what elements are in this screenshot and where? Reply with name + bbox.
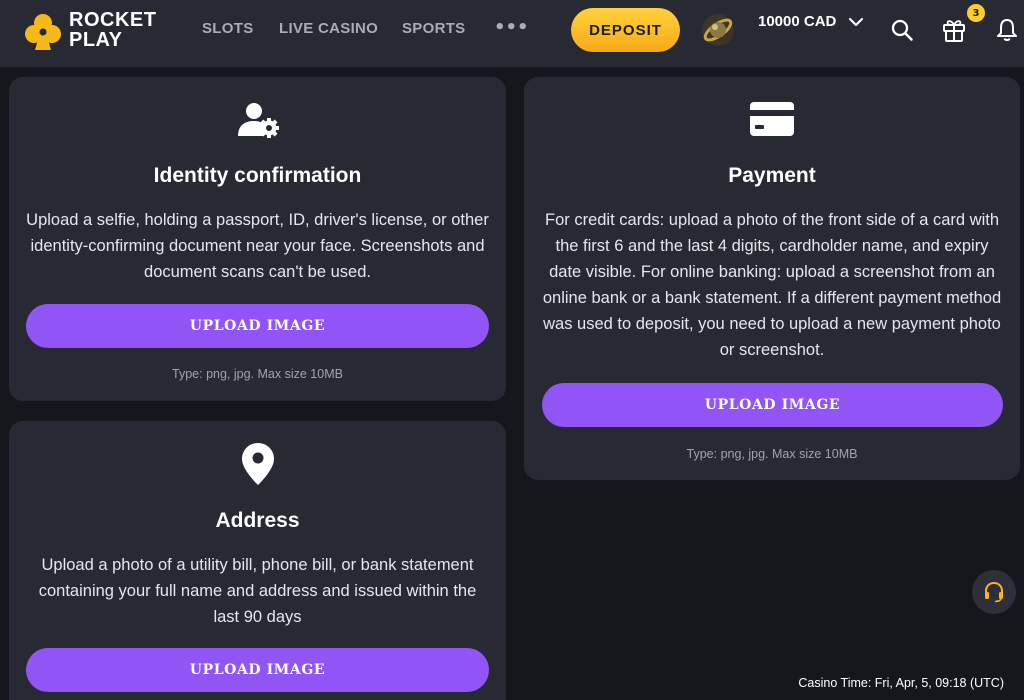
identity-card-title: Identity confirmation xyxy=(153,164,362,187)
address-upload-button[interactable]: UPLOAD IMAGE xyxy=(26,648,489,692)
headset-icon xyxy=(985,581,1003,603)
rocketplay-logo[interactable]: ROCKET PLAY xyxy=(22,10,167,52)
nav-item-live-casino[interactable]: LIVE CASINO xyxy=(279,20,378,37)
brand-line-2: PLAY xyxy=(69,29,123,51)
nav-item-slots[interactable]: SLOTS xyxy=(202,20,254,37)
location-pin-icon xyxy=(241,443,274,485)
bell-icon[interactable] xyxy=(996,17,1018,43)
chevron-down-icon[interactable] xyxy=(848,16,864,28)
nav-item-sports[interactable]: SPORTS xyxy=(402,20,465,37)
identity-confirmation-card: Identity confirmation Upload a selfie, h… xyxy=(9,77,506,401)
payment-card-title: Payment xyxy=(728,164,816,187)
payment-card: Payment For credit cards: upload a photo… xyxy=(524,77,1020,480)
deposit-button[interactable]: DEPOSIT xyxy=(571,8,680,52)
user-gear-icon xyxy=(237,103,279,138)
top-header: ROCKET PLAY SLOTS LIVE CASINO SPORTS •••… xyxy=(0,0,1024,68)
brand-line-1: ROCKET xyxy=(69,9,157,31)
notification-count-badge: 3 xyxy=(967,4,985,22)
identity-upload-button[interactable]: UPLOAD IMAGE xyxy=(26,304,489,348)
address-card: Address Upload a photo of a utility bill… xyxy=(9,421,506,700)
payment-upload-button[interactable]: UPLOAD IMAGE xyxy=(542,383,1003,427)
support-chat-button[interactable] xyxy=(972,570,1016,614)
address-card-title: Address xyxy=(215,509,300,532)
gift-icon[interactable] xyxy=(942,17,966,43)
casino-time: Casino Time: Fri, Apr, 5, 09:18 (UTC) xyxy=(798,676,1004,690)
nav-more-menu[interactable]: ••• xyxy=(494,19,529,37)
payment-file-hint: Type: png, jpg. Max size 10MB xyxy=(686,447,858,461)
search-icon[interactable] xyxy=(890,18,914,42)
balance-amount[interactable]: 10000 CAD xyxy=(758,13,836,30)
identity-file-hint: Type: png, jpg. Max size 10MB xyxy=(172,367,343,381)
rocket-club-logo-icon xyxy=(25,14,61,50)
identity-card-description: Upload a selfie, holding a passport, ID,… xyxy=(26,211,489,281)
payment-card-description: For credit cards: upload a photo of the … xyxy=(542,211,1002,359)
player-level-avatar-icon[interactable] xyxy=(700,12,736,48)
address-card-description: Upload a photo of a utility bill, phone … xyxy=(38,556,477,626)
credit-card-icon xyxy=(750,102,794,136)
